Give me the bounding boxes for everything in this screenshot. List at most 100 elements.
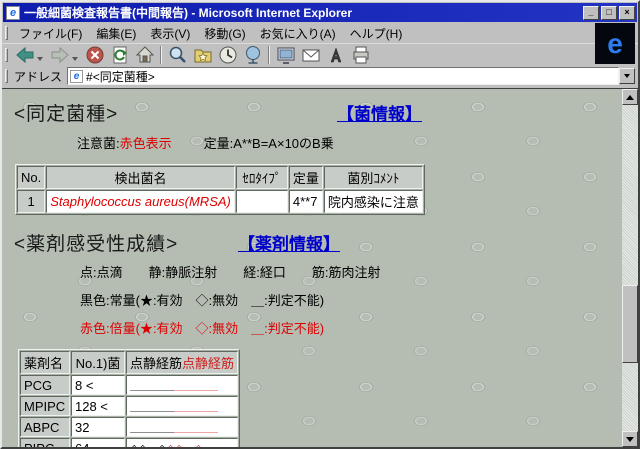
col-header-no1: No.1)菌 <box>71 351 125 374</box>
close-button[interactable]: × <box>619 6 635 20</box>
menu-help[interactable]: ヘルプ(H) <box>343 23 410 44</box>
cell-comment: 院内感染に注意 <box>324 190 423 213</box>
vertical-scrollbar[interactable] <box>622 89 638 447</box>
cell-no: 1 <box>17 190 45 213</box>
drug-table-header-row: 薬剤名 No.1)菌 点静経筋点静経筋 <box>20 351 238 374</box>
route-legend: 点:点滴 静:静脈注射 経:経口 筋:筋肉注射 <box>80 262 622 281</box>
cell-symbols: ◇◇＿◇◇◇＿◇ <box>126 438 238 447</box>
symbols-black: ◇◇＿◇ <box>130 443 166 447</box>
refresh-button[interactable] <box>107 45 132 66</box>
symbols-black: ＿＿＿＿ <box>130 380 174 392</box>
cell-drug: PIPC <box>20 438 70 447</box>
chevron-down-icon <box>626 437 634 442</box>
chevron-down-icon <box>624 74 630 78</box>
history-button[interactable] <box>215 45 240 66</box>
browser-window: e 一般細菌検査報告書(中間報告) - Microsoft Internet E… <box>0 0 640 449</box>
stop-button[interactable] <box>82 45 107 66</box>
fonts-icon <box>325 44 347 66</box>
black-legend: 黒色:常量(★:有効 ◇:無効 ＿:判定不能) <box>80 290 622 309</box>
col-header-symbols: 点静経筋点静経筋 <box>126 351 238 374</box>
maximize-button[interactable]: □ <box>601 6 617 20</box>
drug-sensitivity-table: 薬剤名 No.1)菌 点静経筋点静経筋 PCG 8 < ＿＿＿＿＿＿＿＿ MPI… <box>18 349 240 447</box>
cell-symbols: ＿＿＿＿＿＿＿＿ <box>126 417 238 437</box>
fullscreen-icon <box>275 44 297 66</box>
print-button[interactable] <box>348 45 373 66</box>
cell-drug: MPIPC <box>20 396 70 416</box>
mail-icon <box>300 44 322 66</box>
col-header-drug: 薬剤名 <box>20 351 70 374</box>
section1-title: <同定菌種> <box>14 104 118 125</box>
back-icon <box>14 44 36 66</box>
table-row: 1 Staphylococcus aureus(MRSA) 4**7 院内感染に… <box>17 190 423 213</box>
favorites-button[interactable] <box>190 45 215 66</box>
drug-info-link[interactable]: 【薬剤情報】 <box>238 230 340 255</box>
toolbar-grip[interactable] <box>5 26 8 40</box>
symbols-red: ＿＿＿＿ <box>174 380 218 392</box>
menu-edit[interactable]: 編集(E) <box>89 23 143 44</box>
symbols-red: ◇◇＿◇ <box>166 443 202 447</box>
home-button[interactable] <box>132 45 157 66</box>
minimize-button[interactable]: _ <box>583 6 599 20</box>
address-dropdown-button[interactable] <box>619 68 635 84</box>
favorites-icon <box>192 44 214 66</box>
symbols-red: ＿＿＿＿ <box>174 401 218 413</box>
toolbar-grip[interactable] <box>5 69 8 83</box>
cell-quantity: 4**7 <box>289 190 323 213</box>
toolbar-grip[interactable] <box>5 48 8 62</box>
search-button[interactable] <box>165 45 190 66</box>
ie-brand-logo: e <box>595 23 635 64</box>
toolbar <box>2 43 638 66</box>
address-value[interactable]: #<同定菌種> <box>86 68 155 85</box>
back-dropdown-caret[interactable] <box>37 57 43 61</box>
report-page: <同定菌種> 【菌情報】 注意菌:赤色表示定量:A**B=A×10のB乗 No.… <box>2 89 622 447</box>
toolbar-separator <box>268 46 270 64</box>
caution-red-note: 赤色表示 <box>120 136 172 151</box>
mail-button[interactable] <box>298 45 323 66</box>
section-identified-species-header: <同定菌種> 【菌情報】 <box>14 99 622 123</box>
col-header-quantity: 定量 <box>289 166 323 189</box>
cell-mic-value: 64 <box>71 438 125 447</box>
menu-view[interactable]: 表示(V) <box>143 23 197 44</box>
red-legend: 赤色:倍量(★:有効 ◇:無効 ＿:判定不能) <box>80 318 622 337</box>
scrollbar-thumb[interactable] <box>622 285 638 363</box>
cell-symbols: ＿＿＿＿＿＿＿＿ <box>126 396 238 416</box>
table-row: MPIPC 128 < ＿＿＿＿＿＿＿＿ <box>20 396 238 416</box>
cell-mic-value: 32 <box>71 417 125 437</box>
stop-icon <box>84 44 106 66</box>
forward-button[interactable] <box>47 45 72 66</box>
content-area: <同定菌種> 【菌情報】 注意菌:赤色表示定量:A**B=A×10のB乗 No.… <box>2 88 638 447</box>
title-bar: e 一般細菌検査報告書(中間報告) - Microsoft Internet E… <box>3 3 637 22</box>
address-label: アドレス <box>14 68 62 85</box>
bacteria-name: Staphylococcus aureus(MRSA) <box>50 194 231 209</box>
refresh-icon <box>109 44 131 66</box>
page-icon: e <box>70 70 83 83</box>
forward-dropdown-caret[interactable] <box>72 57 78 61</box>
fullscreen-button[interactable] <box>273 45 298 66</box>
quantity-note: 定量:A**B=A×10のB乗 <box>204 136 334 151</box>
col-header-comment: 菌別ｺﾒﾝﾄ <box>324 166 423 189</box>
bacteria-info-link[interactable]: 【菌情報】 <box>337 100 422 125</box>
home-icon <box>134 44 156 66</box>
scroll-up-button[interactable] <box>622 89 638 105</box>
back-button[interactable] <box>12 45 37 66</box>
menu-bar: ファイル(F) 編集(E) 表示(V) 移動(G) お気に入り(A) ヘルプ(H… <box>2 23 638 43</box>
table-row: ABPC 32 ＿＿＿＿＿＿＿＿ <box>20 417 238 437</box>
bacteria-table-header-row: No. 検出菌名 ｾﾛﾀｲﾌﾟ 定量 菌別ｺﾒﾝﾄ <box>17 166 423 189</box>
fonts-button[interactable] <box>323 45 348 66</box>
history-icon <box>217 44 239 66</box>
section2-title: <薬剤感受性成績> <box>14 234 178 255</box>
channels-button[interactable] <box>240 45 265 66</box>
menu-file[interactable]: ファイル(F) <box>12 23 89 44</box>
menu-go[interactable]: 移動(G) <box>197 23 252 44</box>
menu-favorites[interactable]: お気に入り(A) <box>253 23 343 44</box>
address-bar: アドレス e #<同定菌種> <box>2 66 638 88</box>
forward-icon <box>49 44 71 66</box>
col-header-name: 検出菌名 <box>46 166 235 189</box>
cell-serotype <box>236 190 288 213</box>
address-input[interactable]: e #<同定菌種> <box>67 67 619 85</box>
symbols-black: ＿＿＿＿ <box>130 401 174 413</box>
cell-drug: ABPC <box>20 417 70 437</box>
window-title: 一般細菌検査報告書(中間報告) - Microsoft Internet Exp… <box>24 4 581 21</box>
scroll-down-button[interactable] <box>622 431 638 447</box>
notes-line: 注意菌:赤色表示定量:A**B=A×10のB乗 <box>77 133 622 152</box>
